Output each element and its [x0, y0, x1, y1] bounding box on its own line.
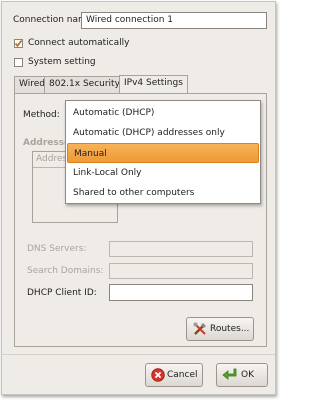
- cancel-button[interactable]: Cancel: [145, 363, 203, 387]
- routes-button[interactable]: Routes...: [186, 317, 254, 341]
- connect-automatically-label[interactable]: Connect automatically: [28, 37, 129, 50]
- bottom-divider: [2, 354, 275, 355]
- ok-button[interactable]: OK: [216, 363, 268, 387]
- tab-8021x-security[interactable]: 802.1x Security: [44, 76, 125, 93]
- menu-item-automatic-dhcp-addresses-only[interactable]: Automatic (DHCP) addresses only: [67, 123, 259, 143]
- dhcp-client-id-input[interactable]: [109, 284, 253, 301]
- search-domains-label: Search Domains:: [27, 266, 104, 276]
- routes-button-label: Routes...: [210, 324, 250, 334]
- search-domains-input: [109, 263, 253, 279]
- system-setting-label[interactable]: System setting: [28, 56, 96, 69]
- menu-item-link-local-only[interactable]: Link-Local Only: [67, 163, 259, 183]
- connection-dialog: Connection name: Wired connection 1 Conn…: [1, 1, 276, 395]
- tools-icon: [193, 322, 207, 335]
- menu-item-manual[interactable]: Manual: [67, 143, 259, 163]
- ok-button-label: OK: [241, 370, 254, 380]
- ok-arrow-icon: [222, 368, 237, 380]
- dhcp-client-id-label: DHCP Client ID:: [27, 288, 97, 298]
- cancel-button-label: Cancel: [167, 370, 198, 380]
- checkmark-icon: [14, 40, 23, 48]
- menu-item-shared-to-other-computers[interactable]: Shared to other computers: [67, 183, 259, 203]
- tab-ipv4-settings[interactable]: IPv4 Settings: [119, 75, 188, 93]
- connection-name-input[interactable]: Wired connection 1: [81, 12, 267, 29]
- cancel-icon: [151, 368, 165, 382]
- system-setting-checkbox[interactable]: [14, 58, 23, 67]
- method-dropdown-menu: Automatic (DHCP) Automatic (DHCP) addres…: [65, 100, 261, 204]
- menu-item-automatic-dhcp[interactable]: Automatic (DHCP): [67, 103, 259, 123]
- dns-servers-label: DNS Servers:: [27, 244, 87, 254]
- dns-servers-input: [109, 241, 253, 257]
- connect-automatically-checkbox[interactable]: [14, 39, 23, 48]
- method-label: Method:: [23, 110, 60, 120]
